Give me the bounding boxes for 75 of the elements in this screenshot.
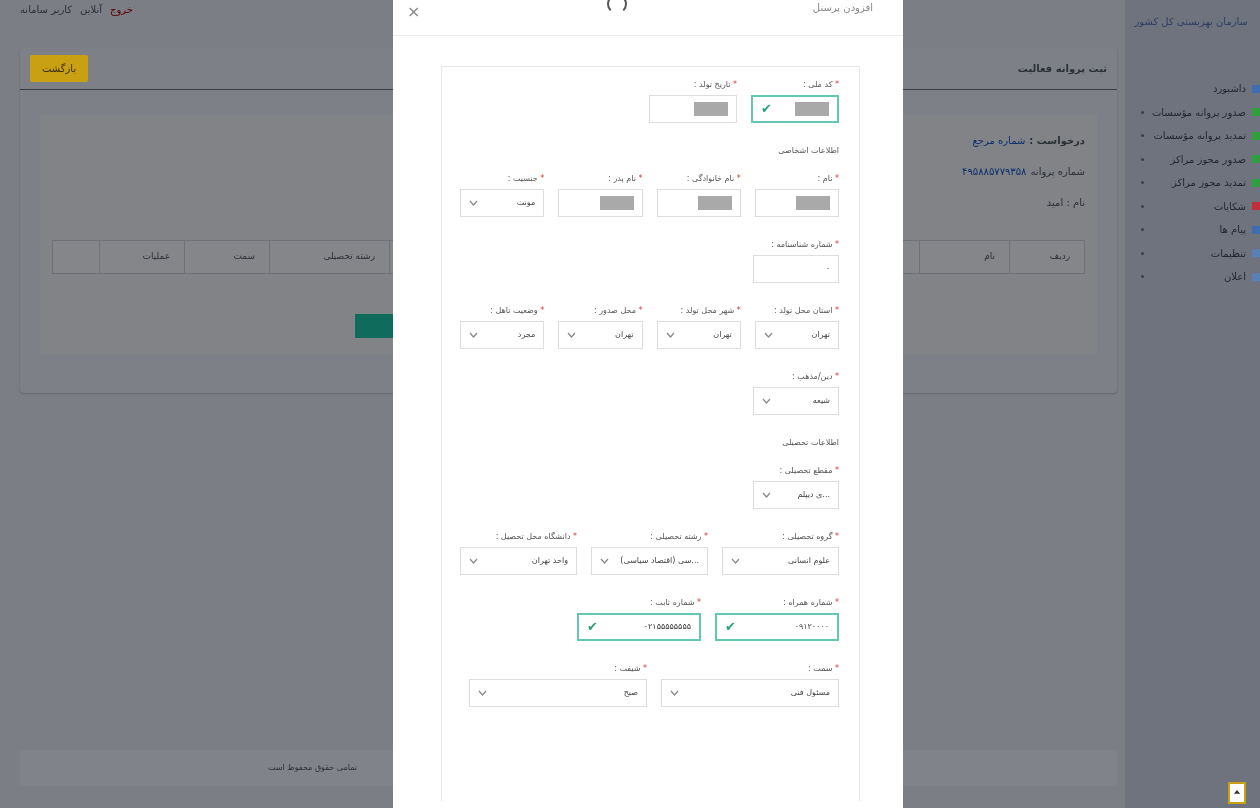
select-field[interactable]: ...ی دیپلم <box>753 481 839 509</box>
field-label: * سمت : <box>807 663 839 675</box>
input-field[interactable] <box>656 189 741 217</box>
field-label: * شهر محل تولد : <box>679 305 741 317</box>
logout-link[interactable]: خروج <box>110 2 133 17</box>
select-field[interactable]: شیعه <box>753 387 839 415</box>
field-label: * دین/مذهب : <box>791 371 839 383</box>
license-label: شماره پروانه <box>1030 165 1085 179</box>
check-icon: ✔ <box>587 617 598 637</box>
field-label: * جنسیت : <box>506 173 545 185</box>
column-header: رشته تحصیلی <box>269 241 389 273</box>
field-label: * وضعیت تاهل : <box>489 305 545 317</box>
section-heading: اطلاعات تحصیلی <box>781 437 839 449</box>
status-text: آنلاین <box>80 2 103 17</box>
column-header: سمت <box>184 241 269 273</box>
field-label: * گروه تحصیلی : <box>781 531 839 543</box>
license-number: ۴۹۵۸۸۵۷۷۹۳۵۸ <box>962 165 1027 179</box>
field-label: * استان محل تولد : <box>772 305 839 317</box>
request-label: درخواست : <box>1029 134 1085 148</box>
user-name: کاربر سامانه <box>20 3 73 17</box>
request-value: شماره مرجع <box>972 134 1026 148</box>
chevron-down-icon <box>763 332 773 338</box>
close-button[interactable]: × <box>407 0 421 24</box>
select-field[interactable]: تهران <box>754 321 839 349</box>
panel-title: ثبت پروانه فعالیت <box>1017 62 1107 76</box>
field-label: * شماره همراه : <box>782 597 839 609</box>
chevron-down-icon <box>670 690 679 696</box>
chevron-down-icon <box>731 558 740 564</box>
field-label: * نام پدر : <box>607 173 643 185</box>
input-field[interactable] <box>558 189 643 217</box>
field-label: * نام خانوادگی : <box>685 173 741 185</box>
column-header: ردیف <box>1009 241 1084 273</box>
input-field[interactable] <box>754 189 839 217</box>
chevron-down-icon <box>665 332 675 338</box>
field-label: * محل صدور : <box>592 305 643 317</box>
chevron-down-icon <box>567 332 577 338</box>
name-text: نام : امید <box>1046 196 1085 210</box>
select-field[interactable]: صبح <box>469 679 647 707</box>
check-icon: ✔ <box>761 99 772 119</box>
section-heading: اطلاعات اشخاصی <box>777 145 839 157</box>
chevron-down-icon <box>762 492 771 498</box>
column-header: نام <box>919 241 1009 273</box>
check-icon: ✔ <box>725 617 736 637</box>
dialog-title: افزودن پرسنل <box>812 1 873 15</box>
chevron-down-icon <box>469 558 478 564</box>
field-label: * تاریخ تولد : <box>692 79 737 91</box>
select-field[interactable]: مونث <box>460 189 545 217</box>
chevron-down-icon <box>762 398 771 404</box>
input-field[interactable]: ۰۹۱۲۰۰۰۰ ✔ <box>715 613 839 641</box>
field-label: * شیفت : <box>613 663 647 675</box>
field-label: * شماره شناسنامه : <box>770 239 839 251</box>
input-field[interactable]: ۰۲۱۵۵۵۵۵۵۵۵ ✔ <box>577 613 701 641</box>
field-label: * مقطع تحصیلی : <box>778 465 839 477</box>
select-field[interactable]: مجرد <box>460 321 545 349</box>
input-field[interactable]: ۰ <box>753 255 839 283</box>
field-label: * نام : <box>816 173 839 185</box>
input-field[interactable] <box>649 95 737 123</box>
sidebar-title: سازمان بهزیستی کل کشور <box>1133 15 1249 29</box>
scroll-top-icon[interactable] <box>1228 782 1246 804</box>
select-field[interactable]: علوم انسانی <box>722 547 839 575</box>
chevron-down-icon <box>478 690 487 696</box>
select-field[interactable]: تهران <box>656 321 741 349</box>
back-button[interactable]: بازگشت <box>30 55 89 82</box>
select-field[interactable]: مسئول فنی <box>661 679 839 707</box>
field-label: * شماره ثابت : <box>649 597 701 609</box>
chevron-down-icon <box>600 558 609 564</box>
select-field[interactable]: واحد تهران <box>460 547 577 575</box>
field-label: * رشته تحصیلی : <box>649 531 708 543</box>
select-field[interactable]: ...سی (اقتصاد سیاسی) <box>591 547 708 575</box>
select-field[interactable]: تهران <box>558 321 643 349</box>
field-label: * دانشگاه محل تحصیل : <box>494 531 577 543</box>
column-header: عملیات <box>99 241 184 273</box>
field-label: * کد ملی : <box>802 79 839 91</box>
chevron-down-icon <box>469 200 478 206</box>
chevron-down-icon <box>469 332 478 338</box>
